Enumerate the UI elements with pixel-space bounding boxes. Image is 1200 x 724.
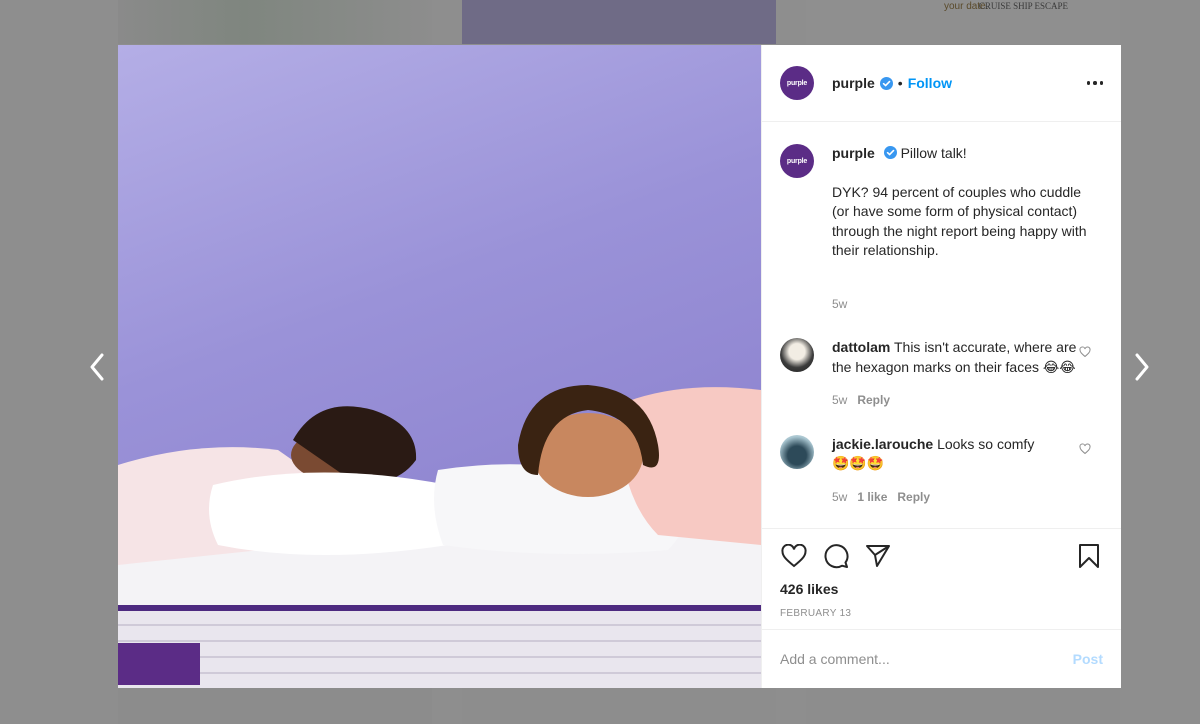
post-modal: purple purple • Follow purple purple Pil… xyxy=(118,45,1121,688)
post-comment-button[interactable]: Post xyxy=(1073,651,1103,667)
reply-button[interactable]: Reply xyxy=(857,391,890,411)
like-count[interactable]: 426 likes xyxy=(780,581,1103,597)
commenter-avatar[interactable] xyxy=(780,434,814,469)
like-button[interactable] xyxy=(780,542,808,570)
comment-like-count[interactable]: 1 like xyxy=(857,488,887,508)
comment-timestamp[interactable]: 5w xyxy=(832,391,847,411)
add-comment-bar: Post xyxy=(762,629,1121,688)
reply-button[interactable]: Reply xyxy=(897,488,930,508)
heart-icon xyxy=(781,544,807,568)
comment-input[interactable] xyxy=(780,651,1073,667)
comment-item: dattolam This isn't accurate, where are … xyxy=(780,338,1103,411)
commenter-avatar[interactable] xyxy=(780,338,814,372)
save-button[interactable] xyxy=(1075,542,1103,570)
caption-timestamp[interactable]: 5w xyxy=(832,295,847,315)
comment-emoji: 😂😂 xyxy=(1042,359,1076,376)
share-button[interactable] xyxy=(864,542,892,570)
chevron-right-icon xyxy=(1135,353,1149,381)
background-post-thumbnail: your date. CRUISE SHIP ESCAPE xyxy=(806,0,1120,44)
like-comment-heart-icon[interactable] xyxy=(1079,442,1091,455)
comment-text: Looks so comfy xyxy=(937,435,1035,452)
background-post-thumbnail xyxy=(462,0,776,44)
comment-username[interactable]: dattolam xyxy=(832,339,890,355)
post-actions: 426 likes FEBRUARY 13 xyxy=(762,528,1121,629)
background-post-thumbnail xyxy=(118,688,432,724)
caption: purple purple Pillow talk! DYK? 94 perce… xyxy=(780,144,1103,314)
post-date[interactable]: FEBRUARY 13 xyxy=(780,608,1103,619)
comment-emoji: 🤩🤩🤩 xyxy=(832,456,885,472)
separator-dot: • xyxy=(897,75,903,91)
more-options-icon[interactable] xyxy=(1086,81,1103,85)
caption-username[interactable]: purple xyxy=(832,145,875,161)
verified-badge-icon xyxy=(879,76,893,90)
background-thumbnail-text: CRUISE SHIP ESCAPE xyxy=(978,1,1068,11)
next-post-button[interactable] xyxy=(1130,350,1154,384)
follow-button[interactable]: Follow xyxy=(908,75,952,91)
account-username[interactable]: purple xyxy=(832,75,875,91)
chevron-left-icon xyxy=(90,353,104,381)
caption-text: DYK? 94 percent of couples who cuddle (o… xyxy=(832,183,1087,259)
verified-badge-icon xyxy=(883,146,897,159)
comment-timestamp[interactable]: 5w xyxy=(832,488,847,508)
caption-avatar[interactable]: purple xyxy=(780,144,814,178)
post-header: purple purple • Follow xyxy=(762,45,1121,122)
previous-post-button[interactable] xyxy=(85,350,109,384)
caption-headline: Pillow talk! xyxy=(900,145,967,161)
photo-illustration xyxy=(118,385,761,688)
comment-bubble-icon xyxy=(824,544,849,569)
account-avatar[interactable]: purple xyxy=(780,66,814,100)
background-post-thumbnail xyxy=(118,0,432,44)
background-post-thumbnail xyxy=(462,688,776,724)
background-post-thumbnail xyxy=(806,688,1120,724)
comment-username[interactable]: jackie.larouche xyxy=(832,436,933,452)
comments-list[interactable]: purple purple Pillow talk! DYK? 94 perce… xyxy=(762,122,1121,528)
bookmark-icon xyxy=(1079,544,1099,568)
post-photo[interactable] xyxy=(118,45,761,688)
comment-item: jackie.larouche Looks so comfy 🤩🤩🤩 5w 1 … xyxy=(780,434,1103,508)
paper-plane-icon xyxy=(866,545,890,567)
like-comment-heart-icon[interactable] xyxy=(1079,346,1091,358)
comment-button[interactable] xyxy=(822,542,850,570)
post-side-panel: purple purple • Follow purple purple Pil… xyxy=(761,45,1121,688)
